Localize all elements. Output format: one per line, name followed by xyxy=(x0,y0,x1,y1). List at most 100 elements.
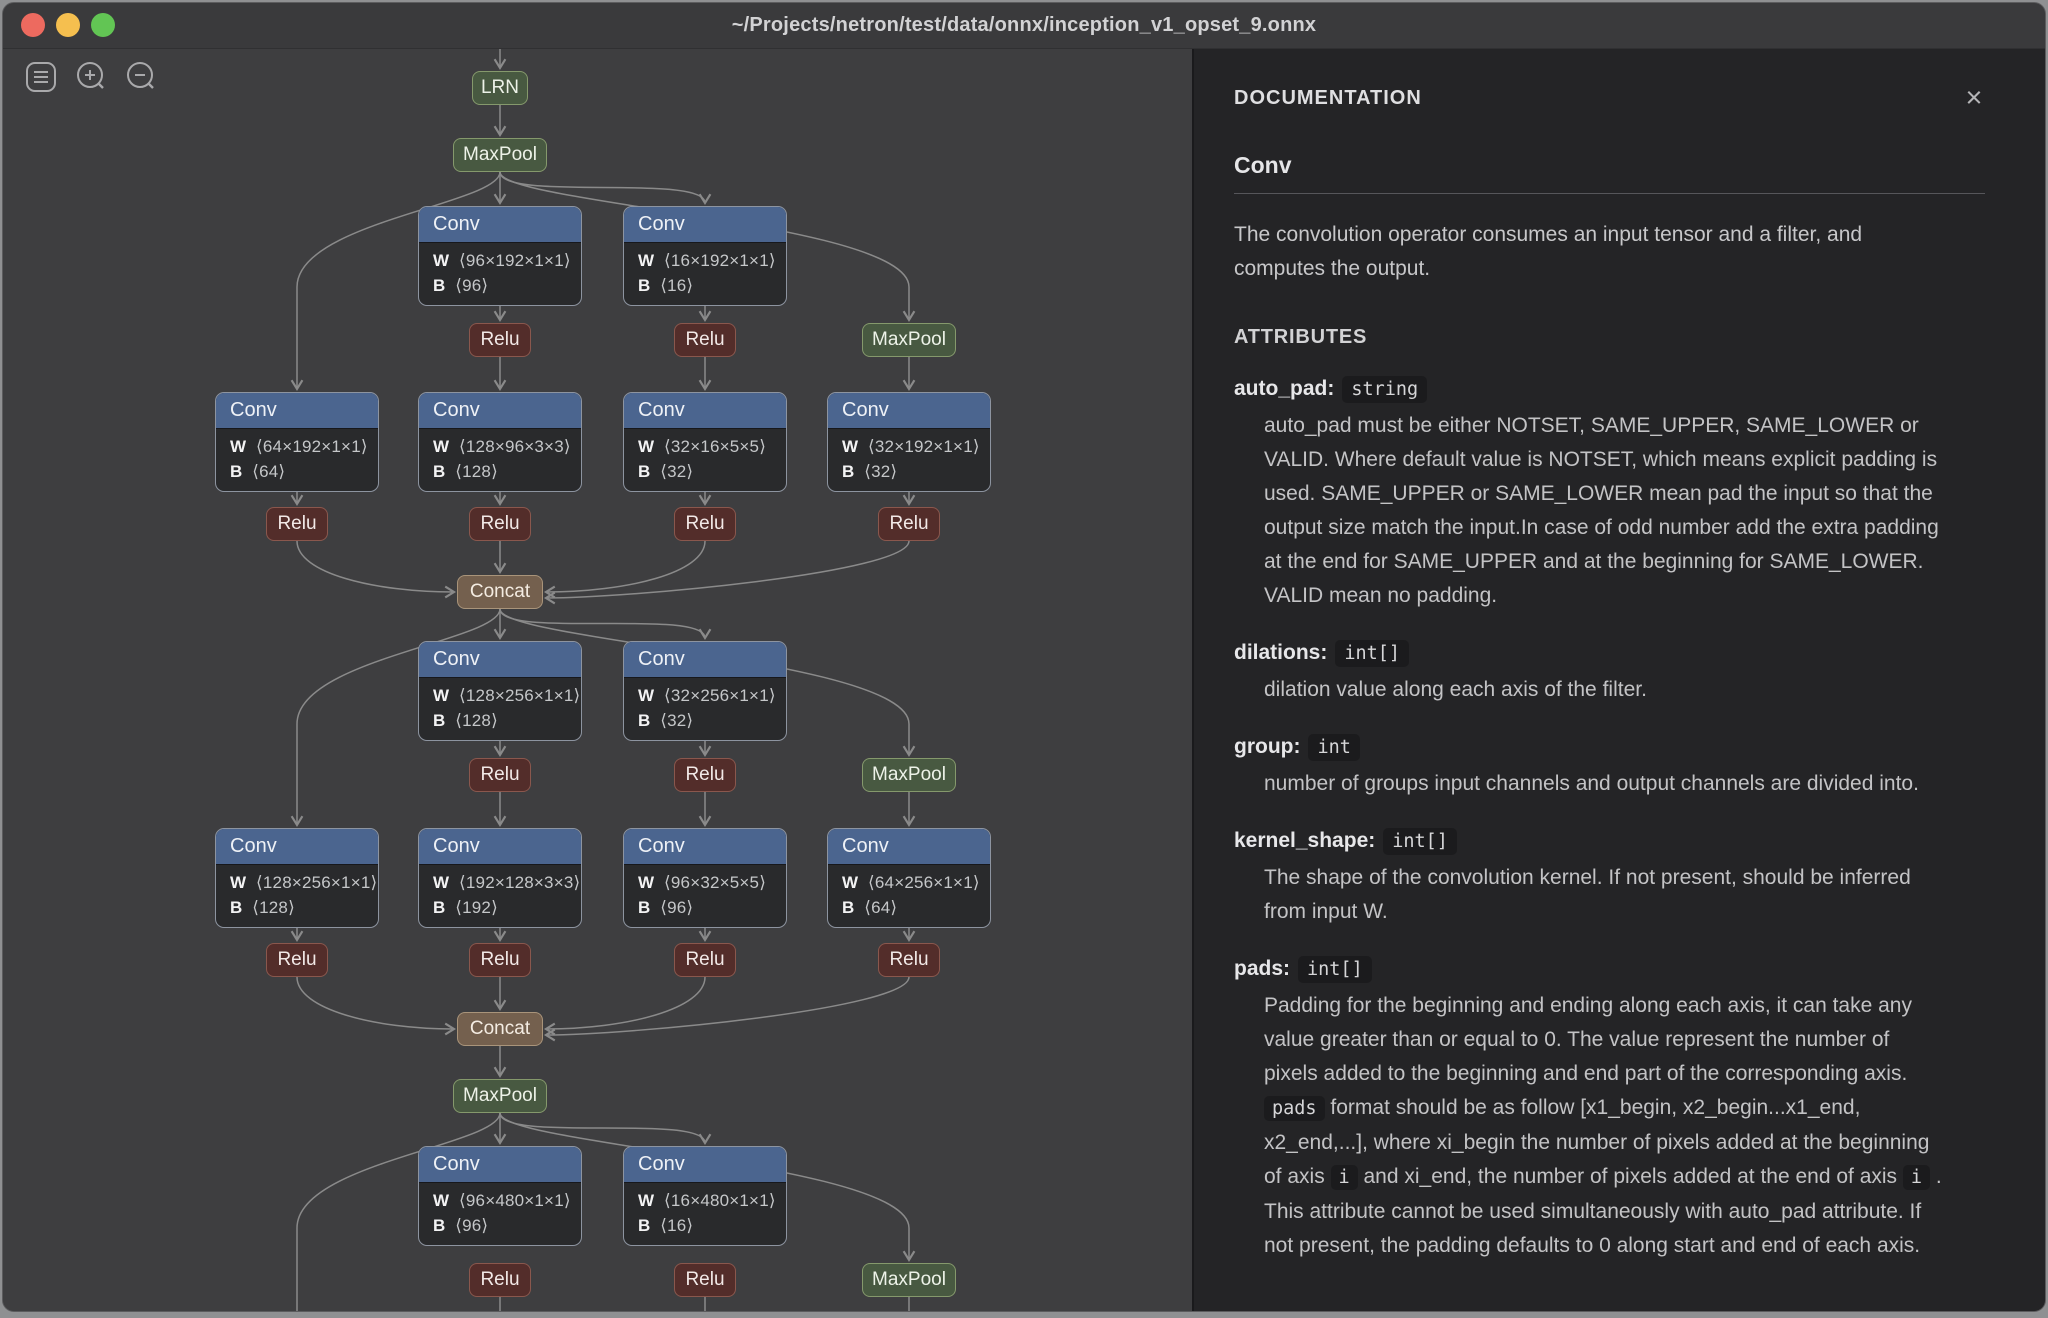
graph-canvas[interactable]: LRNMaxPoolConvW⟨96×192×1×1⟩B⟨96⟩ConvW⟨16… xyxy=(3,49,1193,1311)
documentation-panel: DOCUMENTATION × Conv The convolution ope… xyxy=(1192,49,2045,1311)
conv-node-header: Conv xyxy=(419,207,581,243)
graph-node-relu[interactable]: Relu xyxy=(266,943,328,977)
graph-node-conv[interactable]: ConvW⟨16×480×1×1⟩B⟨16⟩ xyxy=(623,1146,787,1246)
titlebar: ~/Projects/netron/test/data/onnx/incepti… xyxy=(3,3,2045,49)
graph-node-relu[interactable]: Relu xyxy=(674,507,736,541)
inline-code: pads xyxy=(1264,1096,1325,1121)
graph-node-conv[interactable]: ConvW⟨32×16×5×5⟩B⟨32⟩ xyxy=(623,392,787,492)
conv-node-header: Conv xyxy=(419,393,581,429)
conv-node-header: Conv xyxy=(624,393,786,429)
graph-node-relu[interactable]: Relu xyxy=(469,1263,531,1297)
attribute-type: string xyxy=(1342,376,1427,403)
graph-node-maxpool[interactable]: MaxPool xyxy=(862,1263,956,1297)
graph-node-relu[interactable]: Relu xyxy=(878,507,940,541)
graph-node-relu[interactable]: Relu xyxy=(469,943,531,977)
conv-param-b: B⟨96⟩ xyxy=(433,1214,567,1239)
panel-title: DOCUMENTATION xyxy=(1234,87,1422,109)
operator-name: Conv xyxy=(1234,152,1985,179)
graph-node-conv[interactable]: ConvW⟨128×256×1×1⟩B⟨128⟩ xyxy=(215,828,379,928)
attribute-description: Padding for the beginning and ending alo… xyxy=(1264,989,1946,1263)
conv-param-b: B⟨128⟩ xyxy=(433,460,567,485)
graph-node-relu[interactable]: Relu xyxy=(674,943,736,977)
conv-param-w: W⟨16×480×1×1⟩ xyxy=(638,1189,772,1214)
conv-param-w: W⟨192×128×3×3⟩ xyxy=(433,871,567,896)
zoom-out-button[interactable] xyxy=(123,59,159,95)
conv-node-header: Conv xyxy=(419,642,581,678)
graph-node-conv[interactable]: ConvW⟨96×32×5×5⟩B⟨96⟩ xyxy=(623,828,787,928)
graph-node-relu[interactable]: Relu xyxy=(469,507,531,541)
attribute-block: group: int number of groups input channel… xyxy=(1234,735,1985,801)
conv-node-body: W⟨128×96×3×3⟩B⟨128⟩ xyxy=(419,429,581,491)
attribute-type: int xyxy=(1308,734,1359,761)
graph-node-conv[interactable]: ConvW⟨192×128×3×3⟩B⟨192⟩ xyxy=(418,828,582,928)
graph-node-conv[interactable]: ConvW⟨64×192×1×1⟩B⟨64⟩ xyxy=(215,392,379,492)
app-window: ~/Projects/netron/test/data/onnx/incepti… xyxy=(2,2,2046,1312)
graph-node-conv[interactable]: ConvW⟨128×96×3×3⟩B⟨128⟩ xyxy=(418,392,582,492)
graph-edge xyxy=(297,541,454,592)
graph-node-conv[interactable]: ConvW⟨32×192×1×1⟩B⟨32⟩ xyxy=(827,392,991,492)
attribute-type: int[] xyxy=(1335,640,1409,667)
conv-node-header: Conv xyxy=(828,393,990,429)
window-title: ~/Projects/netron/test/data/onnx/incepti… xyxy=(3,3,2045,48)
conv-param-w: W⟨96×32×5×5⟩ xyxy=(638,871,772,896)
graph-edge xyxy=(297,977,454,1029)
attribute-name: group: xyxy=(1234,735,1300,758)
graph-node-maxpool[interactable]: MaxPool xyxy=(453,138,547,172)
conv-param-b: B⟨32⟩ xyxy=(842,460,976,485)
graph-node-conv[interactable]: ConvW⟨32×256×1×1⟩B⟨32⟩ xyxy=(623,641,787,741)
attribute-head: dilations:int[] xyxy=(1234,641,1985,665)
conv-param-w: W⟨32×256×1×1⟩ xyxy=(638,684,772,709)
conv-node-header: Conv xyxy=(624,207,786,243)
menu-button[interactable] xyxy=(23,59,59,95)
conv-param-w: W⟨64×192×1×1⟩ xyxy=(230,435,364,460)
attribute-description: number of groups input channels and outp… xyxy=(1264,767,1946,801)
graph-node-relu[interactable]: Relu xyxy=(878,943,940,977)
graph-node-maxpool[interactable]: MaxPool xyxy=(453,1079,547,1113)
graph-edge xyxy=(546,977,705,1029)
conv-node-header: Conv xyxy=(216,829,378,865)
conv-node-body: W⟨96×32×5×5⟩B⟨96⟩ xyxy=(624,865,786,927)
graph-node-relu[interactable]: Relu xyxy=(674,323,736,357)
zoom-in-button[interactable] xyxy=(73,59,109,95)
attribute-name: auto_pad: xyxy=(1234,377,1334,400)
operator-description: The convolution operator consumes an inp… xyxy=(1234,218,1944,286)
conv-node-body: W⟨64×256×1×1⟩B⟨64⟩ xyxy=(828,865,990,927)
conv-param-w: W⟨96×192×1×1⟩ xyxy=(433,249,567,274)
attributes-heading: ATTRIBUTES xyxy=(1234,326,1985,349)
graph-node-relu[interactable]: Relu xyxy=(266,507,328,541)
graph-toolbar xyxy=(23,59,159,95)
attribute-block: auto_pad: string auto_pad must be either … xyxy=(1234,377,1985,613)
attribute-name: pads: xyxy=(1234,957,1290,980)
close-panel-button[interactable]: × xyxy=(1957,81,1991,115)
inline-code: i xyxy=(1331,1165,1358,1190)
graph-node-conv[interactable]: ConvW⟨96×480×1×1⟩B⟨96⟩ xyxy=(418,1146,582,1246)
attribute-type: int[] xyxy=(1298,956,1372,983)
graph-node-maxpool[interactable]: MaxPool xyxy=(862,758,956,792)
graph-node-conv[interactable]: ConvW⟨64×256×1×1⟩B⟨64⟩ xyxy=(827,828,991,928)
attribute-name: kernel_shape: xyxy=(1234,829,1375,852)
graph-node-conv[interactable]: ConvW⟨128×256×1×1⟩B⟨128⟩ xyxy=(418,641,582,741)
conv-param-w: W⟨128×96×3×3⟩ xyxy=(433,435,567,460)
attribute-head: auto_pad: string xyxy=(1234,377,1985,401)
graph-node-concat[interactable]: Concat xyxy=(457,575,543,609)
graph-node-conv[interactable]: ConvW⟨96×192×1×1⟩B⟨96⟩ xyxy=(418,206,582,306)
conv-node-body: W⟨64×192×1×1⟩B⟨64⟩ xyxy=(216,429,378,491)
conv-param-b: B⟨32⟩ xyxy=(638,709,772,734)
conv-node-header: Conv xyxy=(828,829,990,865)
attribute-head: pads: int[] xyxy=(1234,957,1985,981)
attribute-block: kernel_shape:int[] The shape of the conv… xyxy=(1234,829,1985,929)
conv-node-body: W⟨32×256×1×1⟩B⟨32⟩ xyxy=(624,678,786,740)
graph-node-concat[interactable]: Concat xyxy=(457,1012,543,1046)
conv-param-b: B⟨128⟩ xyxy=(230,896,364,921)
graph-node-relu[interactable]: Relu xyxy=(469,323,531,357)
attribute-description: auto_pad must be either NOTSET, SAME_UPP… xyxy=(1264,409,1946,613)
graph-edges xyxy=(3,49,1193,1311)
attribute-block: dilations:int[] dilation value along eac… xyxy=(1234,641,1985,707)
conv-param-w: W⟨128×256×1×1⟩ xyxy=(433,684,567,709)
graph-node-conv[interactable]: ConvW⟨16×192×1×1⟩B⟨16⟩ xyxy=(623,206,787,306)
graph-node-relu[interactable]: Relu xyxy=(469,758,531,792)
graph-node-relu[interactable]: Relu xyxy=(674,758,736,792)
graph-node-lrn[interactable]: LRN xyxy=(472,71,528,105)
graph-node-relu[interactable]: Relu xyxy=(674,1263,736,1297)
graph-node-maxpool[interactable]: MaxPool xyxy=(862,323,956,357)
